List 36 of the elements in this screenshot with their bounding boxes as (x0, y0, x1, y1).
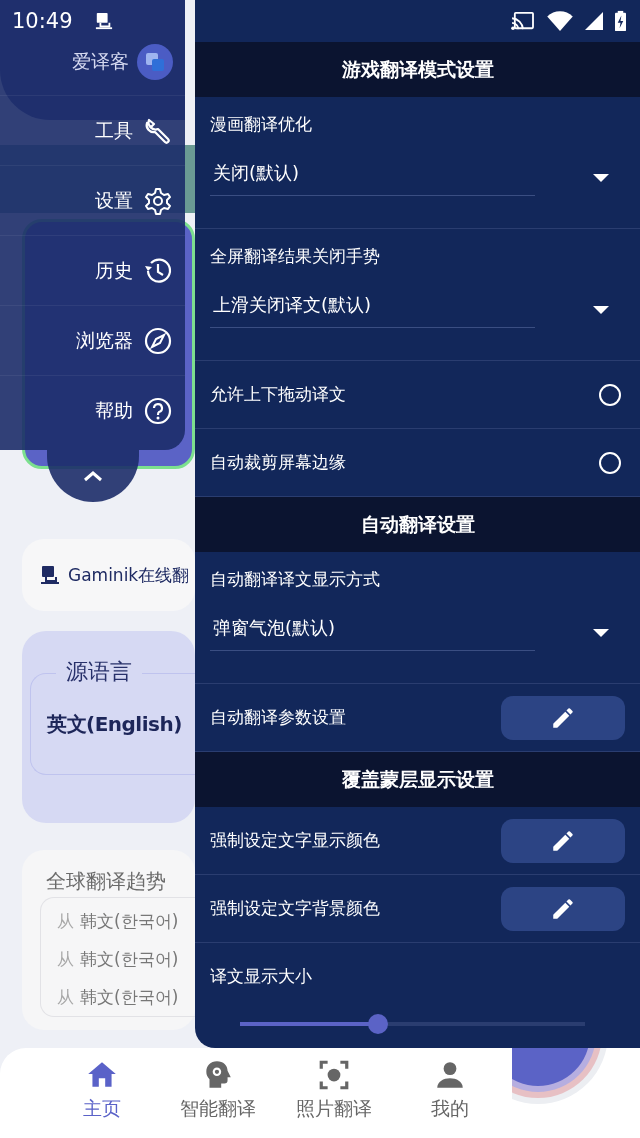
banner-text: Gaminik在线翻 (68, 563, 190, 587)
nav-tab[interactable]: 智能翻译 (160, 1048, 276, 1138)
trend-language: 韩文(한국어) (80, 985, 179, 1009)
trend-language: 韩文(한국어) (80, 909, 179, 933)
menu-item[interactable]: 历史 (0, 235, 185, 305)
menu-item[interactable]: 浏览器 (0, 305, 185, 375)
setting-label: 漫画翻译优化 (210, 113, 313, 136)
setting-label: 全屏翻译结果关闭手势 (210, 245, 381, 268)
trend-word: 从 (57, 909, 74, 933)
nav-tab[interactable]: 照片翻译 (276, 1048, 392, 1138)
setting-label: 译文显示大小 (210, 966, 312, 986)
card-title: 全球翻译趋势 (46, 869, 166, 893)
online-banner[interactable]: Gaminik在线翻 (22, 539, 195, 611)
app-name: 爱译客 (72, 48, 129, 74)
trend-word: 从 (57, 985, 74, 1009)
dropdown[interactable]: 弹窗气泡(默认) (210, 611, 615, 655)
section-title: 自动翻译设置 (360, 511, 475, 537)
trend-language: 韩文(한국어) (80, 947, 179, 971)
nav-tab[interactable]: 主页 (44, 1048, 160, 1138)
section-title: 覆盖蒙层显示设置 (341, 766, 494, 792)
clock: 10:49 (12, 9, 73, 33)
setting-label: 允许上下拖动译文 (210, 383, 346, 406)
nav-tab[interactable]: 我的 (392, 1048, 508, 1138)
setting-label: 自动翻译参数设置 (210, 706, 346, 729)
menu-item[interactable]: 工具 (0, 95, 185, 165)
menu-item[interactable]: 设置 (0, 165, 185, 235)
setting-label: 强制设定文字显示颜色 (210, 829, 380, 852)
section-title: 游戏翻译模式设置 (341, 56, 494, 82)
dropdown[interactable]: 关闭(默认) (210, 156, 615, 200)
setting-label: 强制设定文字背景颜色 (210, 897, 380, 920)
menu-item[interactable]: 帮助 (0, 375, 185, 445)
setting-label: 自动裁剪屏幕边缘 (210, 451, 346, 474)
setting-label: 自动翻译译文显示方式 (210, 568, 381, 591)
dropdown[interactable]: 上滑关闭译文(默认) (210, 288, 615, 332)
trend-word: 从 (57, 947, 74, 971)
language-value: 英文(English) (47, 710, 182, 738)
